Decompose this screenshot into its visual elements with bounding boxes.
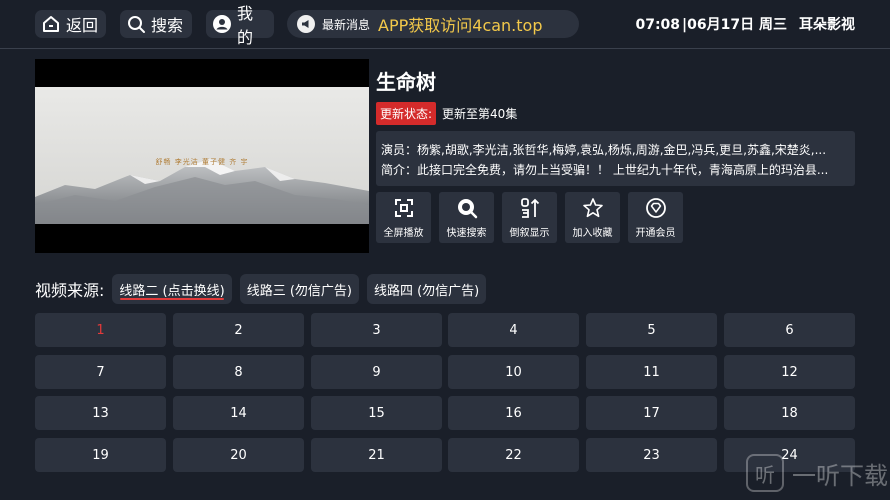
episode-button[interactable]: 9 <box>311 355 442 389</box>
episode-button[interactable]: 20 <box>173 438 304 472</box>
source-option-3[interactable]: 线路三 (勿信广告) <box>239 274 359 304</box>
search-label: 搜索 <box>151 16 184 35</box>
source-option-4[interactable]: 线路四 (勿信广告) <box>366 274 487 304</box>
source-selector: 视频来源: 线路二 (点击换线) 线路三 (勿信广告) 线路四 (勿信广告) <box>35 274 494 304</box>
fullscreen-button[interactable]: 全屏播放 <box>376 192 431 243</box>
episode-button[interactable]: 19 <box>35 438 166 472</box>
star-icon <box>582 197 604 219</box>
watermark-text: 一听下载 <box>792 461 888 490</box>
add-favorite-button[interactable]: 加入收藏 <box>565 192 620 243</box>
episode-button[interactable]: 3 <box>311 313 442 347</box>
watermark: 听 一听下载 <box>746 454 888 492</box>
video-frame <box>35 87 369 224</box>
date-text: |06月17日 周三 <box>682 17 787 33</box>
back-button[interactable]: 返回 <box>35 10 106 38</box>
episode-button[interactable]: 7 <box>35 355 166 389</box>
episode-button[interactable]: 12 <box>724 355 855 389</box>
fullscreen-icon <box>393 197 415 219</box>
sort-icon <box>519 197 541 219</box>
home-icon <box>41 14 61 34</box>
reverse-order-button[interactable]: 倒叙显示 <box>502 192 557 243</box>
episode-button[interactable]: 14 <box>173 396 304 430</box>
episode-button[interactable]: 21 <box>311 438 442 472</box>
episode-button[interactable]: 15 <box>311 396 442 430</box>
quick-search-label: 快速搜索 <box>446 227 487 239</box>
quick-search-button[interactable]: 快速搜索 <box>439 192 494 243</box>
time-text: 07:08 <box>635 17 681 33</box>
back-label: 返回 <box>66 16 99 35</box>
episode-button[interactable]: 4 <box>448 313 579 347</box>
mine-label: 我的 <box>237 4 254 47</box>
status-badge: 更新状态: <box>376 102 437 125</box>
description-box: 演员：杨紫,胡歌,李光洁,张哲华,梅婷,袁弘,杨烁,周游,金巴,冯兵,更旦,苏鑫… <box>376 131 855 186</box>
vip-diamond-icon <box>645 197 667 219</box>
episode-button[interactable]: 1 <box>35 313 166 347</box>
video-credits: 舒畅 李光洁 董子健 齐 宇 <box>155 158 249 166</box>
watermark-logo: 听 <box>746 454 784 492</box>
episode-button[interactable]: 18 <box>724 396 855 430</box>
episode-button[interactable]: 11 <box>586 355 717 389</box>
episode-button[interactable]: 23 <box>586 438 717 472</box>
reverse-order-label: 倒叙显示 <box>509 227 550 239</box>
notice-text: APP获取访问4can.top <box>378 16 543 35</box>
top-bar: 返回 搜索 我的 最新消息 APP获取访问4can.top 07:08 |06月1… <box>0 0 890 49</box>
source-label: 视频来源: <box>35 281 105 300</box>
status-value: 更新至第40集 <box>442 107 518 121</box>
search-button[interactable]: 搜索 <box>120 10 192 38</box>
search-icon <box>126 14 146 34</box>
episode-button[interactable]: 17 <box>586 396 717 430</box>
episode-button[interactable]: 8 <box>173 355 304 389</box>
add-favorite-label: 加入收藏 <box>572 227 613 239</box>
source-option-2[interactable]: 线路二 (点击换线) <box>112 274 232 304</box>
intro-text: 简介：此接口完全免费，请勿上当受骗！！ 上世纪九十年代，青海高原上的玛治县... <box>381 163 829 177</box>
update-status: 更新状态: 更新至第40集 <box>376 102 517 125</box>
video-title: 生命树 <box>376 70 436 94</box>
clock: 07:08 |06月17日 周三 耳朵影视 <box>635 14 855 34</box>
episode-button[interactable]: 2 <box>173 313 304 347</box>
megaphone-icon <box>296 14 316 34</box>
user-icon <box>212 14 232 34</box>
notice-bar[interactable]: 最新消息 APP获取访问4can.top <box>287 10 579 38</box>
app-name: 耳朵影视 <box>799 17 855 33</box>
vip-button[interactable]: 开通会员 <box>628 192 683 243</box>
episode-button[interactable]: 6 <box>724 313 855 347</box>
episode-button[interactable]: 13 <box>35 396 166 430</box>
episode-button[interactable]: 10 <box>448 355 579 389</box>
episode-button[interactable]: 5 <box>586 313 717 347</box>
fullscreen-label: 全屏播放 <box>383 227 424 239</box>
action-buttons: 全屏播放 快速搜索 倒叙显示 加入收藏 开通会员 <box>376 192 691 243</box>
mine-button[interactable]: 我的 <box>206 4 274 47</box>
vip-label: 开通会员 <box>635 227 676 239</box>
episode-button[interactable]: 16 <box>448 396 579 430</box>
actors-text: 演员：杨紫,胡歌,李光洁,张哲华,梅婷,袁弘,杨烁,周游,金巴,冯兵,更旦,苏鑫… <box>381 143 827 157</box>
video-player[interactable]: 舒畅 李光洁 董子健 齐 宇 <box>35 59 369 253</box>
search-icon <box>456 197 478 219</box>
episode-button[interactable]: 22 <box>448 438 579 472</box>
notice-tag: 最新消息 <box>322 17 371 32</box>
